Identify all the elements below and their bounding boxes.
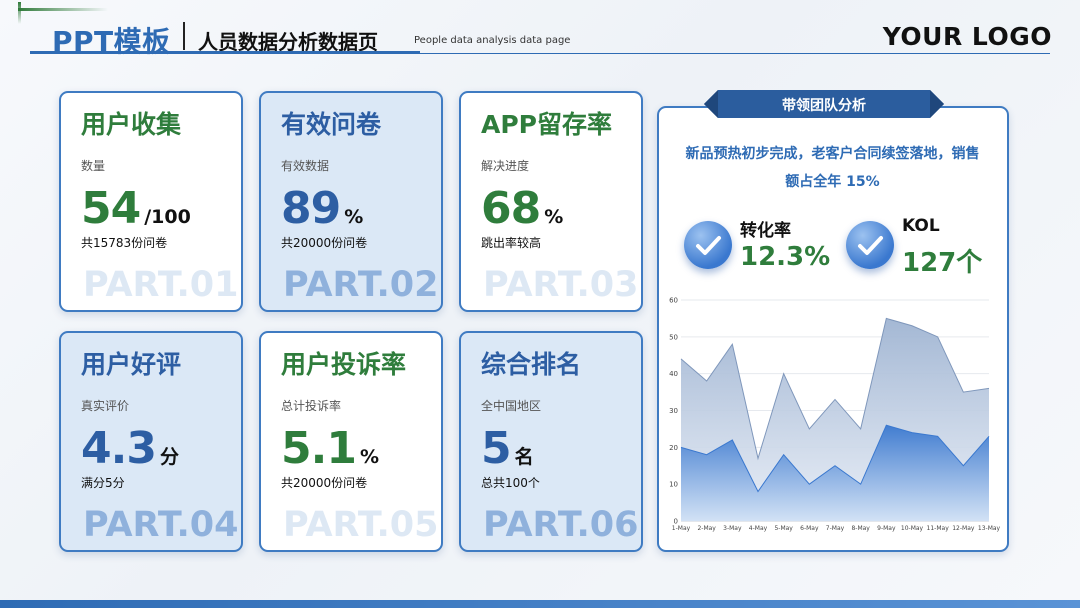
stat-card-user-rating[interactable]: 用户好评 真实评价 4.3 分 满分5分 PART.04 [59,331,243,552]
x-tick-label: 9-May [877,525,896,532]
stat-card-app-retention[interactable]: APP留存率 解决进度 68% 跳出率较高 PART.03 [459,91,643,312]
x-tick-label: 6-May [800,525,819,532]
stat-card-overall-ranking[interactable]: 综合排名 全中国地区 5名 总共100个 PART.06 [459,331,643,552]
card-label: 有效数据 [281,159,330,173]
card-value: 4.3 分 [81,423,179,474]
card-title: 用户收集 [81,110,182,139]
card-value: 5.1% [281,423,379,474]
card-label: 真实评价 [81,399,130,413]
card-note: 共20000份问卷 [281,476,368,490]
card-part-label: PART.02 [283,265,439,305]
stat-card-valid-questionnaires[interactable]: 有效问卷 有效数据 89% 共20000份问卷 PART.02 [259,91,443,312]
kpi-label-conversion: 转化率 [740,221,791,241]
x-tick-label: 5-May [774,525,793,532]
corner-decoration-vertical [18,2,21,24]
card-value-unit: /100 [144,206,191,228]
card-note: 跳出率较高 [481,236,542,250]
kpi-value-conversion: 12.3% [740,242,831,272]
title-separator [183,22,185,50]
stat-card-complaint-rate[interactable]: 用户投诉率 总计投诉率 5.1% 共20000份问卷 PART.05 [259,331,443,552]
card-part-label: PART.03 [483,265,639,305]
x-tick-label: 2-May [697,525,716,532]
card-label: 解决进度 [481,159,530,173]
x-tick-label: 3-May [723,525,742,532]
card-value-unit: 名 [514,446,534,468]
card-value: 54/100 [81,183,191,234]
card-label: 全中国地区 [481,399,542,413]
card-value-unit: % [344,206,364,228]
y-tick-label: 20 [669,444,678,452]
card-title: 用户投诉率 [281,350,407,379]
header-underline [30,53,1050,54]
y-tick-label: 40 [669,370,678,378]
card-value-unit: 分 [159,446,179,468]
card-label: 总计投诉率 [281,399,342,413]
check-icon [846,221,894,269]
x-tick-label: 1-May [672,525,691,532]
x-tick-label: 7-May [826,525,845,532]
logo: YOUR LOGO [882,22,1052,51]
bottom-bar [0,600,1080,608]
x-tick-label: 12-May [952,525,975,532]
card-value-number: 5 [481,423,512,474]
card-title: APP留存率 [481,110,612,139]
card-value-number: 4.3 [81,423,157,474]
panel-description: 新品预热初步完成，老客户合同续签落地，销售额占全年 15% [685,146,980,190]
card-title: 用户好评 [81,350,182,379]
card-value-number: 5.1 [281,423,357,474]
x-tick-label: 4-May [749,525,768,532]
card-value: 68% [481,183,563,234]
card-value-number: 54 [81,183,141,234]
y-tick-label: 30 [669,407,678,415]
card-value-number: 89 [281,183,341,234]
y-tick-label: 50 [669,333,678,341]
card-note: 总共100个 [481,476,540,490]
card-note: 共20000份问卷 [281,236,368,250]
x-tick-label: 8-May [851,525,870,532]
check-icon [684,221,732,269]
panel-ribbon-title: 带领团队分析 [782,98,866,114]
card-part-label: PART.05 [283,505,439,545]
stat-card-user-collection[interactable]: 用户收集 数量 54/100 共15783份问卷 PART.01 [59,91,243,312]
kpi-value-kol: 127个 [902,248,983,278]
x-tick-label: 11-May [927,525,950,532]
corner-decoration-horizontal [18,8,108,11]
card-label: 数量 [81,159,106,173]
card-value-number: 68 [481,183,541,234]
y-tick-label: 60 [669,297,678,305]
card-value: 5名 [481,423,534,474]
page-subtitle-english: People data analysis data page [414,35,571,46]
card-note: 满分5分 [81,476,125,490]
page-title: PPT模板 [52,25,171,58]
card-title: 有效问卷 [281,110,382,139]
x-tick-label: 13-May [978,525,1001,532]
card-part-label: PART.06 [483,505,639,545]
area-chart: 01020304050601-May 2-May 3-May 4-May 5-May 6-… [669,297,1001,533]
card-value-unit: % [359,446,379,468]
x-tick-label: 10-May [901,525,924,532]
card-note: 共15783份问卷 [81,236,168,250]
y-tick-label: 10 [669,481,678,489]
card-part-label: PART.01 [83,265,239,305]
card-title: 综合排名 [481,350,582,379]
card-value-unit: % [544,206,564,228]
kpi-label-kol: KOL [902,216,940,236]
card-part-label: PART.04 [83,505,239,545]
card-value: 89% [281,183,363,234]
